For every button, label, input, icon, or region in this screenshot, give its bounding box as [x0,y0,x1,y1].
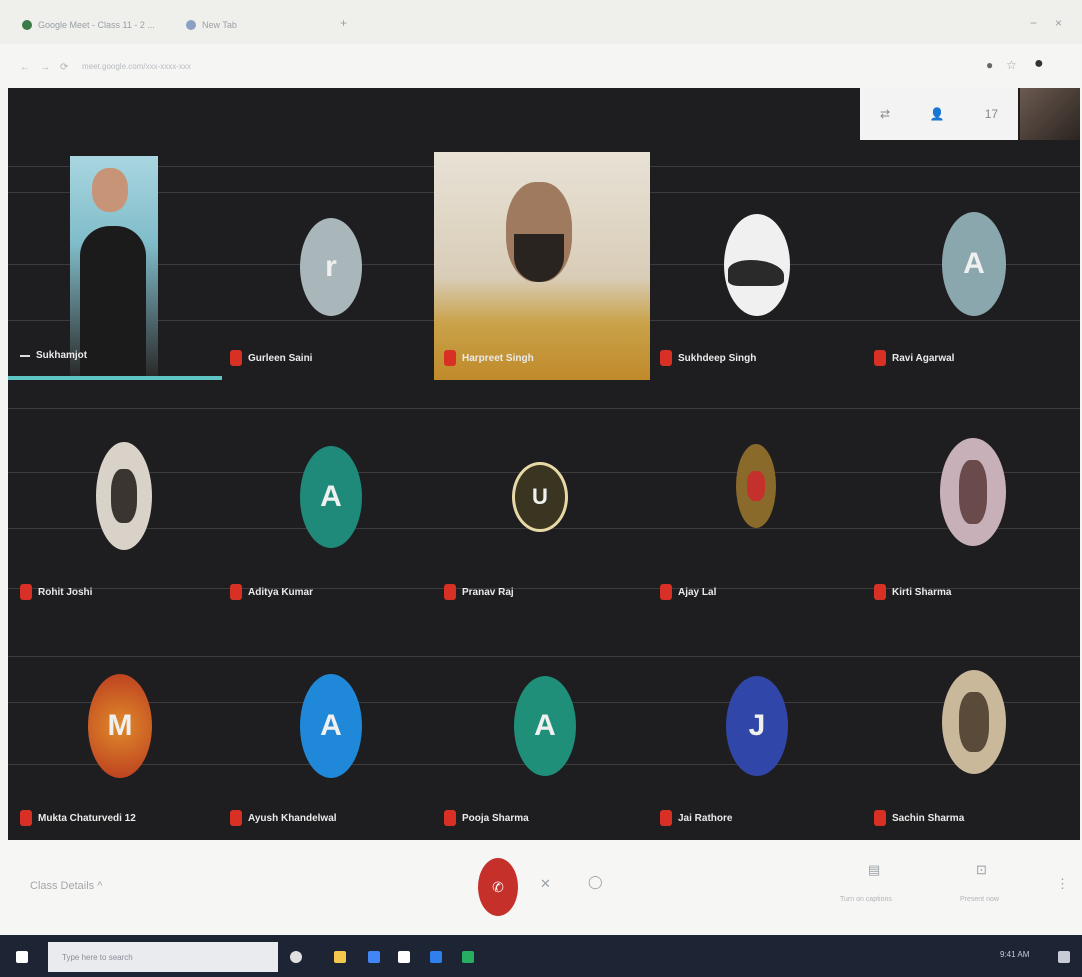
forward-icon[interactable]: → [40,62,50,73]
participant-name: Sukhdeep Singh [660,350,756,366]
reload-icon[interactable]: ⟳ [60,62,68,73]
mail-icon[interactable] [430,951,442,963]
captions-icon[interactable]: ▤ [868,862,880,878]
app-icon[interactable] [462,951,474,963]
captions-label: Turn on captions [840,896,892,903]
photo-figure-icon [747,471,765,501]
tab-favicon-icon [186,20,196,30]
mic-off-icon [660,810,672,826]
browser-tab[interactable]: New Tab [186,14,237,36]
end-call-button[interactable]: ✆ [478,858,518,916]
cortana-icon[interactable] [290,951,302,963]
meeting-info-overlay: ⇄ 👤 17 [860,88,1018,140]
share-icon[interactable]: ⇄ [880,107,890,121]
participant-avatar [724,214,790,316]
meeting-details-button[interactable]: Class Details ^ [30,880,102,892]
participant-video[interactable] [434,152,650,380]
taskbar-clock: 9:41 AM [1000,950,1030,959]
microphone-icon[interactable]: ✕ [540,876,551,892]
browser-tab-label: New Tab [202,20,237,30]
participant-avatar [96,442,152,550]
people-count: 17 [984,107,999,121]
photo-figure-icon [959,692,989,752]
participant-avatar: A [300,446,362,548]
camera-icon[interactable]: ◯ [588,874,603,890]
browser-tab[interactable]: Google Meet - Class 11 - 2 ... [22,14,155,36]
participant-avatar: J [726,676,788,776]
participant-avatar: A [942,212,1006,316]
person-face-icon [92,168,128,212]
participant-name: Pranav Raj [444,584,514,600]
extension-icon[interactable]: ● [986,58,993,72]
phone-hangup-icon: ✆ [492,878,504,895]
mic-off-icon [230,584,242,600]
participant-name: Jai Rathore [660,810,732,826]
participant-avatar [940,438,1006,546]
mic-off-icon [230,350,242,366]
participant-avatar: A [514,676,576,776]
participant-avatar [942,670,1006,774]
new-tab-icon[interactable]: + [340,16,347,30]
person-body-icon [80,226,146,376]
meeting-stage: ⇄ 👤 17 Sukhamjot r Gurleen Saini Harpree… [8,88,1080,840]
photo-figure-icon [959,460,987,524]
participant-name: Aditya Kumar [230,584,313,600]
browser-tab-label: Google Meet - Class 11 - 2 ... [38,20,155,30]
participant-name: Kirti Sharma [874,584,951,600]
mic-off-icon [230,810,242,826]
photo-object-icon [728,260,784,286]
taskbar-search[interactable]: Type here to search [48,942,278,972]
mic-off-icon [660,350,672,366]
mic-off-icon [444,350,456,366]
audio-level-icon [20,354,30,357]
meet-favicon-icon [22,20,32,30]
mic-off-icon [20,810,32,826]
file-explorer-icon[interactable] [334,951,346,963]
store-icon[interactable] [398,951,410,963]
participant-name: Gurleen Saini [230,350,312,366]
participant-name: Ajay Lal [660,584,716,600]
close-window-icon[interactable]: × [1055,16,1062,30]
present-icon[interactable]: ⊡ [976,862,987,878]
mic-off-icon [444,810,456,826]
participant-name: Sukhamjot [20,350,87,361]
beard-icon [514,234,564,282]
present-label: Present now [960,896,999,903]
participant-name: Ayush Khandelwal [230,810,337,826]
participant-video[interactable] [70,156,158,376]
mic-off-icon [874,350,886,366]
participant-name: Mukta Chaturvedi 12 [20,810,136,826]
mic-off-icon [20,584,32,600]
active-speaker-bar [8,376,222,380]
minimize-icon[interactable]: − [1030,16,1037,30]
chrome-icon[interactable] [368,951,380,963]
people-icon[interactable]: 👤 [930,107,945,121]
notification-icon[interactable] [1058,951,1070,963]
participant-avatar [736,444,776,528]
participant-name: Sachin Sharma [874,810,964,826]
mic-off-icon [874,584,886,600]
more-options-icon[interactable]: ⋮ [1056,876,1069,892]
mic-off-icon [660,584,672,600]
browser-tab-bar [0,0,1082,44]
participant-name: Harpreet Singh [444,350,534,366]
mic-off-icon [874,810,886,826]
participant-name: Ravi Agarwal [874,350,954,366]
back-icon[interactable]: ← [20,62,30,73]
participant-avatar: M [88,674,152,778]
start-icon[interactable] [16,951,28,963]
self-view-video[interactable] [1020,88,1080,140]
participant-name: Rohit Joshi [20,584,92,600]
participant-avatar: r [300,218,362,316]
photo-figure-icon [111,469,137,523]
participant-avatar: U [512,462,568,532]
participant-avatar: A [300,674,362,778]
profile-avatar-icon[interactable]: ● [1034,55,1044,73]
star-icon[interactable]: ☆ [1006,58,1017,72]
mic-off-icon [444,584,456,600]
url-field[interactable]: meet.google.com/xxx-xxxx-xxx [82,62,191,71]
participant-name: Pooja Sharma [444,810,529,826]
